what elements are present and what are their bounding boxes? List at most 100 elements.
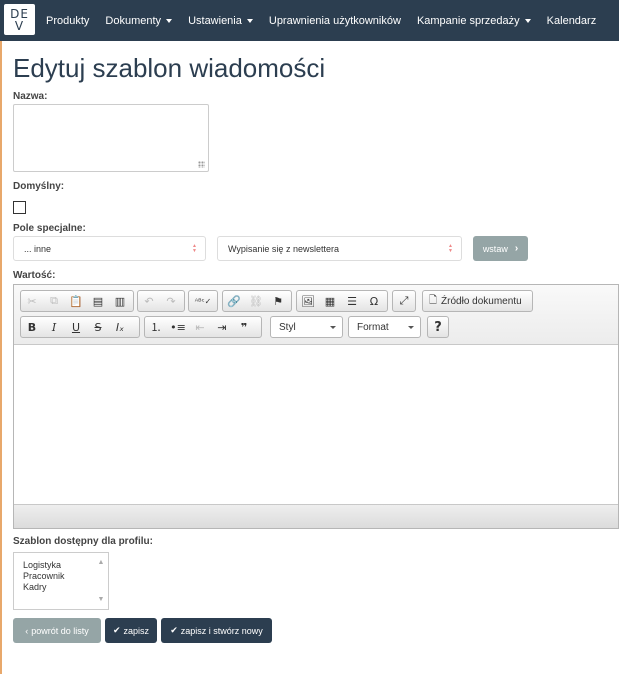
name-label: Nazwa: bbox=[13, 91, 48, 102]
numbered-list-icon[interactable]: ⒈ bbox=[145, 317, 167, 337]
listbox-scrollbar[interactable]: ▲ ▼ bbox=[94, 553, 108, 609]
image-icon[interactable]: 🖼 bbox=[297, 291, 319, 311]
table-icon[interactable]: ▦ bbox=[319, 291, 341, 311]
logo-line-2: V bbox=[14, 18, 25, 33]
italic-icon[interactable]: I bbox=[43, 317, 65, 337]
blockquote-icon[interactable]: ❞ bbox=[233, 317, 255, 337]
nav-item-label: Ustawienia bbox=[188, 14, 242, 27]
indent-icon[interactable]: ⇥ bbox=[211, 317, 233, 337]
page-title: Edytuj szablon wiadomości bbox=[13, 53, 326, 83]
spellcheck-group: ᴬᴮᶜ✓ bbox=[188, 290, 218, 312]
nav-item-ustawienia[interactable]: Ustawienia bbox=[188, 15, 253, 27]
select-value: ... inne bbox=[24, 243, 52, 254]
clipboard-group: ✂ ⧉ 📋 ▤ ▥ bbox=[20, 290, 134, 312]
maximize-group: ⤢ bbox=[392, 290, 416, 312]
name-textarea[interactable] bbox=[13, 104, 209, 172]
check-icon: ✔ bbox=[170, 625, 178, 635]
scroll-up-icon[interactable]: ▲ bbox=[98, 557, 105, 568]
source-button-label: Źródło dokumentu bbox=[441, 295, 522, 307]
paragraph-group: ⒈ •≡ ⇤ ⇥ ❞ bbox=[144, 316, 262, 338]
nav-item-kalendarz[interactable]: Kalendarz bbox=[547, 15, 597, 27]
basic-style-group: B I U S Iₓ bbox=[20, 316, 140, 338]
nav-item-label: Kampanie sprzedaży bbox=[416, 14, 520, 27]
special-field-type-select[interactable]: ... inne ▲ ▼ bbox=[13, 236, 206, 261]
left-edge-accent bbox=[0, 0, 2, 674]
link-group: 🔗 ⛓ ⚑ bbox=[222, 290, 292, 312]
special-char-icon[interactable]: Ω bbox=[363, 291, 385, 311]
help-group: ? bbox=[427, 316, 449, 338]
undo-icon[interactable]: ↶ bbox=[138, 291, 160, 311]
spellcheck-icon[interactable]: ᴬᴮᶜ✓ bbox=[189, 291, 217, 311]
outdent-icon[interactable]: ⇤ bbox=[189, 317, 211, 337]
style-combo-label: Styl bbox=[279, 321, 296, 333]
caret-down-icon bbox=[166, 18, 173, 23]
format-combo-label: Format bbox=[357, 321, 389, 333]
value-label: Wartość: bbox=[13, 270, 56, 281]
resize-grip-icon[interactable] bbox=[198, 161, 205, 168]
save-and-new-button[interactable]: ✔ zapisz i stwórz nowy bbox=[161, 618, 272, 643]
back-button-label: powrót do listy bbox=[31, 625, 89, 636]
top-navbar: DE V Produkty Dokumenty Ustawienia Upraw… bbox=[0, 0, 619, 41]
default-checkbox[interactable] bbox=[13, 201, 26, 214]
source-doc-icon: 🗋 bbox=[429, 294, 438, 306]
scroll-down-icon[interactable]: ▼ bbox=[98, 594, 105, 605]
chevron-left-icon: ‹ bbox=[25, 625, 29, 636]
strikethrough-icon[interactable]: S bbox=[87, 317, 109, 337]
remove-format-icon[interactable]: Iₓ bbox=[109, 317, 131, 337]
bulleted-list-icon[interactable]: •≡ bbox=[167, 317, 189, 337]
insert-button[interactable]: wstaw › bbox=[473, 236, 528, 261]
nav-item-uprawnienia[interactable]: Uprawnienia użytkowników bbox=[269, 15, 401, 27]
nav-item-dokumenty[interactable]: Dokumenty bbox=[105, 14, 173, 27]
save-button[interactable]: ✔ zapisz bbox=[105, 618, 157, 643]
special-field-label: Pole specjalne: bbox=[13, 223, 86, 234]
nav-item-kampanie[interactable]: Kampanie sprzedaży bbox=[417, 15, 531, 27]
combo-caret-icon bbox=[330, 326, 336, 329]
save-button-label: zapisz bbox=[123, 625, 150, 636]
style-combo[interactable]: Styl bbox=[270, 316, 343, 338]
nav-item-produkty[interactable]: Produkty bbox=[46, 15, 89, 27]
check-icon: ✔ bbox=[112, 625, 121, 635]
special-field-option-select[interactable]: Wypisanie się z newslettera ▲ ▼ bbox=[217, 236, 462, 261]
maximize-icon[interactable]: ⤢ bbox=[393, 291, 415, 311]
nav-menu: Produkty Dokumenty Ustawienia Uprawnieni… bbox=[46, 0, 612, 41]
underline-icon[interactable]: U bbox=[65, 317, 87, 337]
nav-item-label: Produkty bbox=[46, 14, 90, 27]
nav-item-label: Kalendarz bbox=[546, 14, 597, 27]
cut-icon[interactable]: ✂ bbox=[21, 291, 43, 311]
undo-group: ↶ ↷ bbox=[137, 290, 185, 312]
rich-text-editor: ✂ ⧉ 📋 ▤ ▥ ↶ ↷ ᴬᴮᶜ✓ 🔗 ⛓ ⚑ 🖼 ▦ ☰ Ω ⤢ 🗋 Źró… bbox=[13, 284, 619, 529]
paste-text-icon[interactable]: ▤ bbox=[87, 291, 109, 311]
bold-icon[interactable]: B bbox=[21, 317, 43, 337]
redo-icon[interactable]: ↷ bbox=[160, 291, 182, 311]
chevron-right-icon: › bbox=[514, 243, 519, 254]
horizontal-line-icon[interactable]: ☰ bbox=[341, 291, 363, 311]
source-button[interactable]: 🗋 Źródło dokumentu bbox=[422, 290, 533, 312]
back-to-list-button[interactable]: ‹ powrót do listy bbox=[13, 618, 101, 643]
logo-line-1: DE bbox=[10, 6, 29, 21]
nav-item-label: Dokumenty bbox=[105, 14, 162, 27]
nav-item-label: Uprawnienia użytkowników bbox=[268, 14, 401, 27]
help-icon[interactable]: ? bbox=[428, 317, 448, 337]
paste-icon[interactable]: 📋 bbox=[65, 291, 87, 311]
copy-icon[interactable]: ⧉ bbox=[43, 291, 65, 311]
select-arrows-icon: ▲ ▼ bbox=[448, 243, 453, 254]
app-logo[interactable]: DE V bbox=[4, 4, 35, 35]
default-label: Domyślny: bbox=[13, 181, 65, 192]
profile-label: Szablon dostępny dla profilu: bbox=[13, 536, 153, 547]
editor-status-bar bbox=[14, 504, 618, 528]
unlink-icon[interactable]: ⛓ bbox=[245, 291, 267, 311]
format-combo[interactable]: Format bbox=[348, 316, 421, 338]
insert-group: 🖼 ▦ ☰ Ω bbox=[296, 290, 388, 312]
save-new-button-label: zapisz i stwórz nowy bbox=[180, 625, 263, 636]
combo-caret-icon bbox=[408, 326, 414, 329]
anchor-flag-icon[interactable]: ⚑ bbox=[267, 291, 289, 311]
select-value: Wypisanie się z newslettera bbox=[228, 243, 339, 254]
link-icon[interactable]: 🔗 bbox=[223, 291, 245, 311]
paste-word-icon[interactable]: ▥ bbox=[109, 291, 131, 311]
select-arrows-icon: ▲ ▼ bbox=[192, 243, 197, 254]
editor-content-area[interactable] bbox=[14, 346, 618, 503]
insert-button-label: wstaw bbox=[482, 243, 508, 254]
caret-down-icon bbox=[524, 18, 531, 23]
profile-listbox[interactable]: Logistyka Pracownik Kadry ▲ ▼ bbox=[13, 552, 109, 610]
caret-down-icon bbox=[246, 18, 253, 23]
